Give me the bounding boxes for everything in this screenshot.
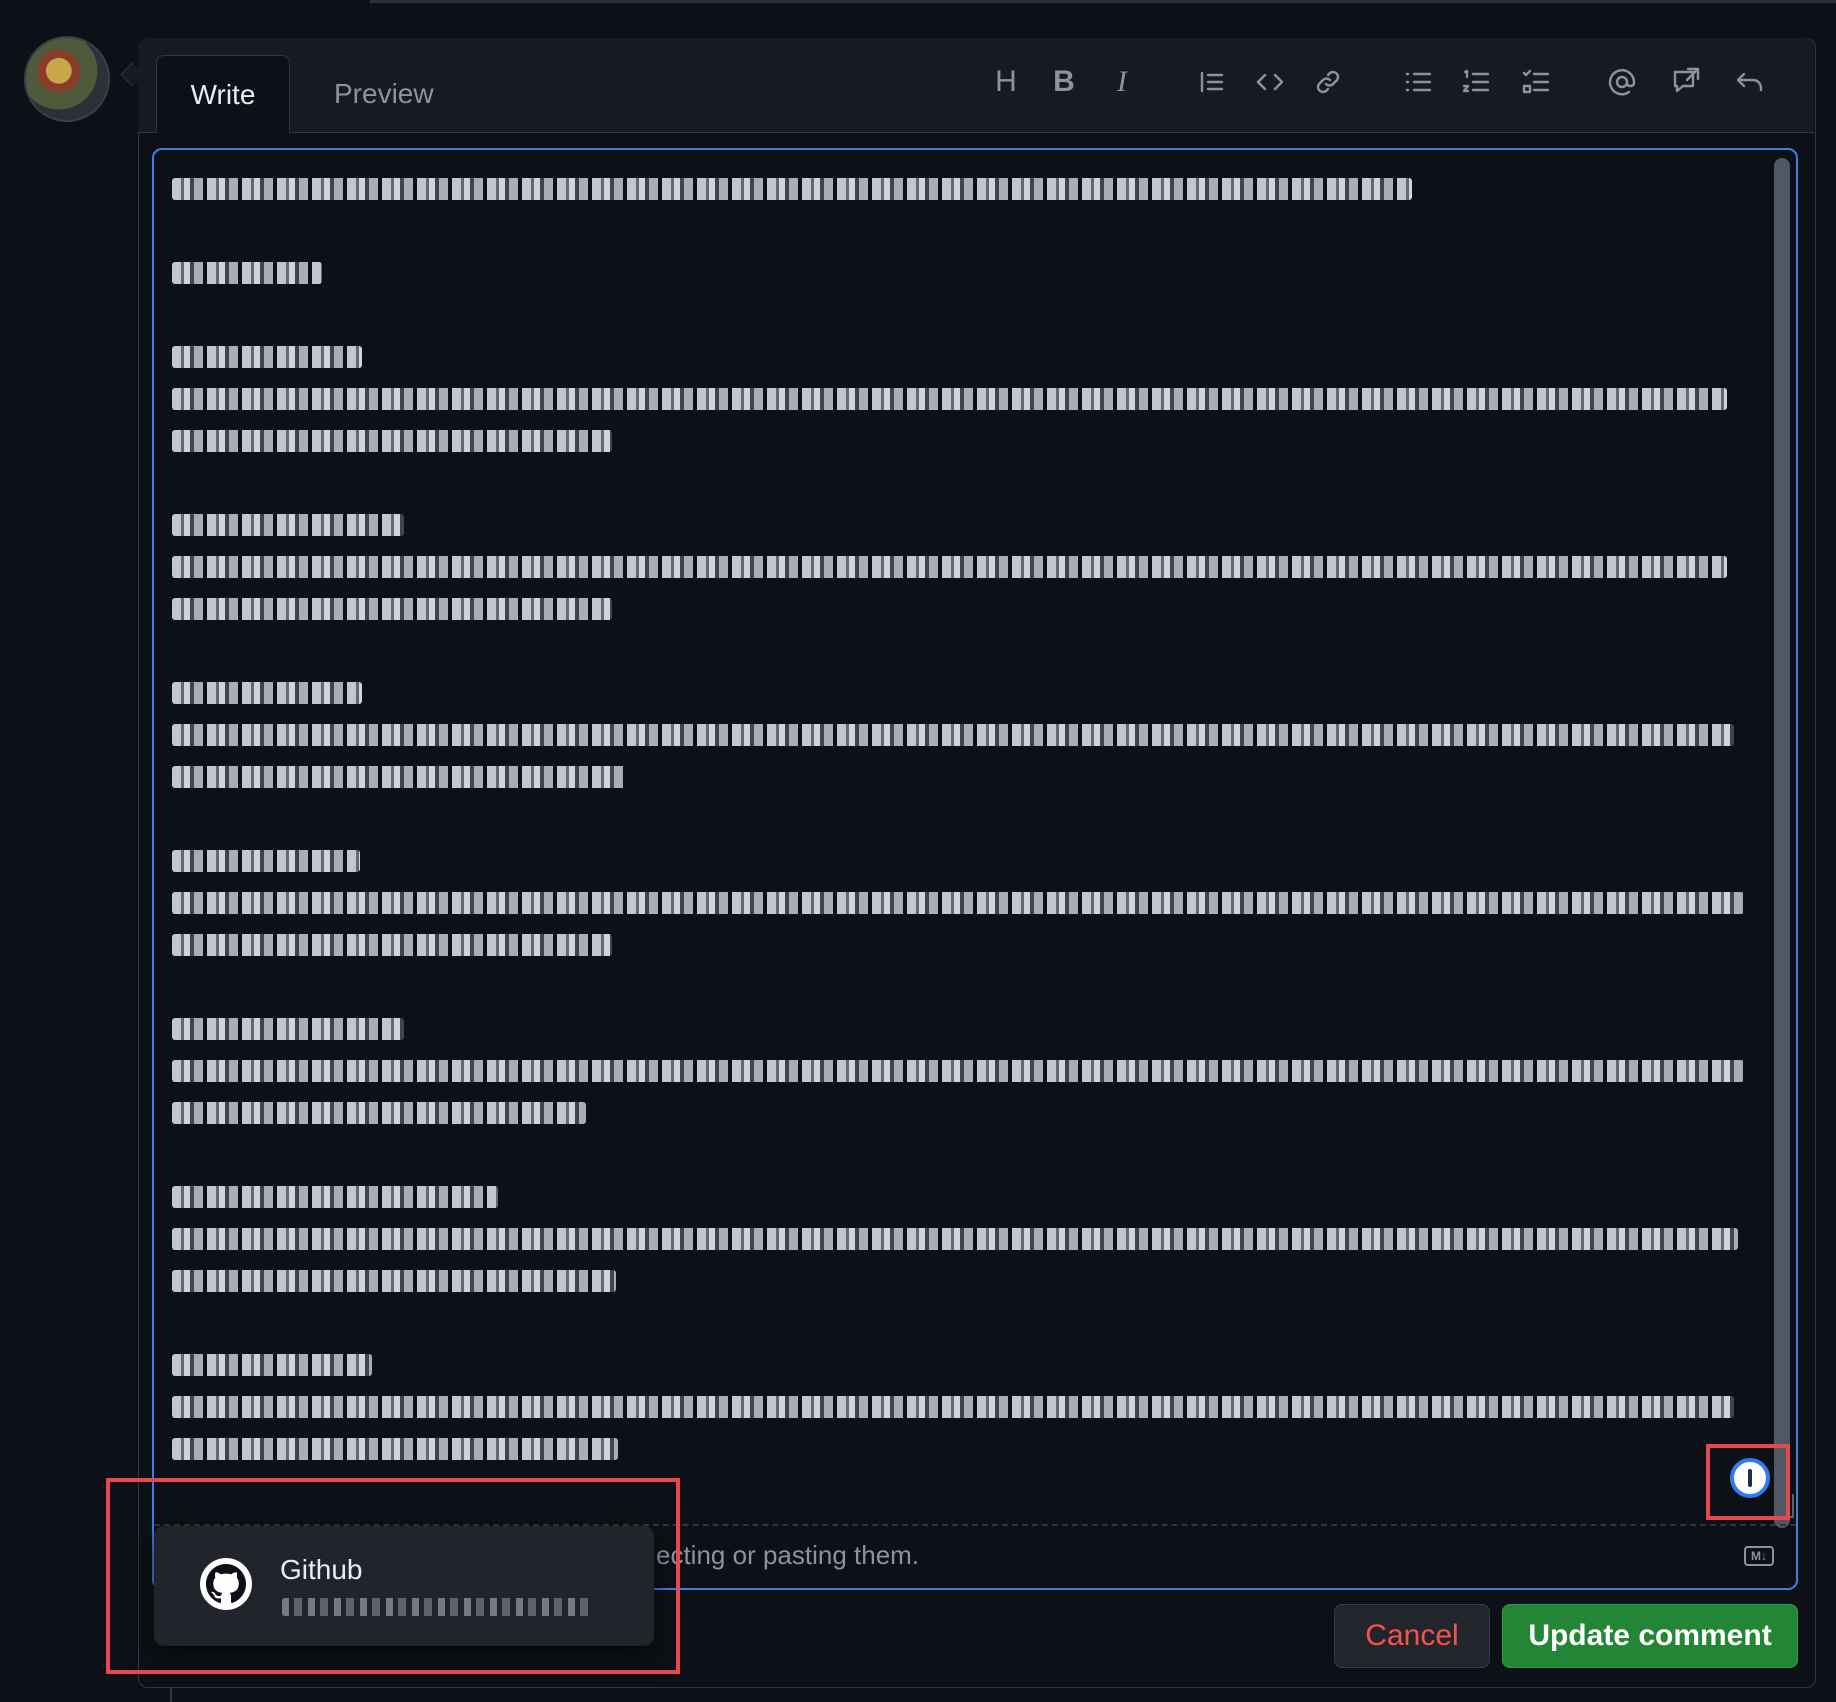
redacted-line: [172, 1354, 372, 1376]
ordered-list-button[interactable]: [1456, 62, 1496, 102]
heading-button[interactable]: H: [986, 62, 1026, 102]
redacted-line: [172, 1102, 586, 1124]
bold-icon: B: [1053, 65, 1075, 98]
redacted-line: [172, 724, 1734, 746]
unordered-list-button[interactable]: [1398, 62, 1438, 102]
redacted-comment-body: [172, 168, 1752, 1508]
redacted-line: [172, 514, 404, 536]
highlight-box: [1706, 1444, 1790, 1520]
redacted-line: [172, 1228, 1738, 1250]
redacted-line: [172, 388, 1727, 410]
redacted-line: [172, 1186, 498, 1208]
redacted-line: [172, 1270, 616, 1292]
tab-preview[interactable]: Preview: [300, 56, 468, 132]
quote-button[interactable]: [1192, 62, 1232, 102]
redacted-line: [172, 178, 1412, 200]
redacted-line: [172, 1438, 618, 1460]
editor-scrollbar[interactable]: [1774, 158, 1790, 1528]
redacted-line: [172, 934, 612, 956]
undo-icon: [1736, 72, 1763, 92]
link-icon: [1316, 70, 1340, 94]
italic-button[interactable]: I: [1102, 62, 1142, 102]
bold-button[interactable]: B: [1044, 62, 1084, 102]
redacted-line: [172, 262, 322, 284]
redacted-line: [172, 766, 626, 788]
attach-files-hint[interactable]: ecting or pasting them.: [656, 1540, 919, 1571]
redacted-line: [172, 1060, 1744, 1082]
task-list-icon: [1522, 69, 1550, 94]
tab-write[interactable]: Write: [156, 55, 290, 133]
redacted-line: [172, 682, 362, 704]
reference-button[interactable]: [1666, 62, 1706, 102]
redacted-line: [172, 556, 1727, 578]
unordered-list-icon: [1405, 72, 1432, 92]
mention-button[interactable]: [1602, 62, 1642, 102]
code-button[interactable]: [1250, 62, 1290, 102]
link-button[interactable]: [1308, 62, 1348, 102]
redacted-line: [172, 598, 612, 620]
task-list-button[interactable]: [1516, 62, 1556, 102]
highlight-box: [106, 1478, 680, 1674]
mention-icon: [1608, 69, 1636, 96]
top-divider: [370, 0, 1836, 3]
reference-icon: [1673, 67, 1700, 93]
ordered-list-icon: [1462, 69, 1490, 93]
update-comment-button[interactable]: Update comment: [1502, 1604, 1798, 1668]
quote-icon: [1200, 71, 1224, 93]
redacted-line: [172, 1396, 1734, 1418]
redacted-line: [172, 430, 612, 452]
redacted-line: [172, 892, 1744, 914]
markdown-icon[interactable]: M↓: [1744, 1546, 1774, 1566]
undo-button[interactable]: [1730, 62, 1770, 102]
heading-icon: H: [995, 65, 1017, 98]
redacted-line: [172, 850, 360, 872]
code-icon: [1256, 73, 1284, 91]
redacted-line: [172, 346, 362, 368]
avatar[interactable]: [24, 36, 110, 122]
italic-icon: I: [1117, 65, 1127, 98]
cancel-button[interactable]: Cancel: [1334, 1604, 1490, 1668]
redacted-line: [172, 1018, 404, 1040]
